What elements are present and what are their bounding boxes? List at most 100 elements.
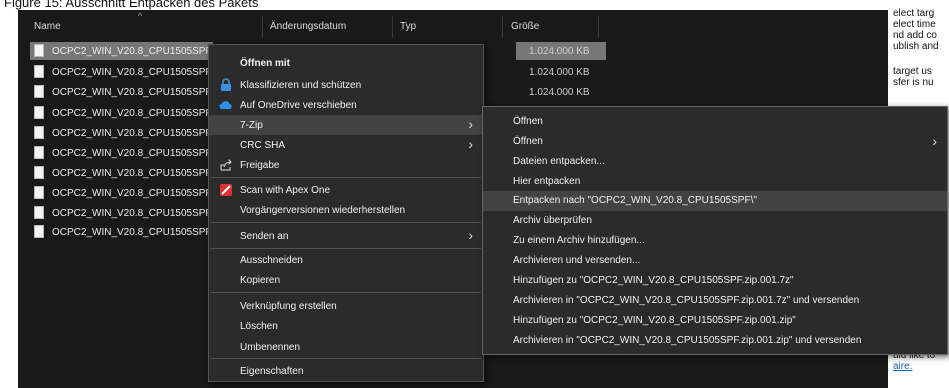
file-icon	[34, 166, 44, 179]
column-type[interactable]: Typ	[400, 21, 416, 32]
menu-separator	[211, 248, 481, 249]
menu-item-onedrive[interactable]: Auf OneDrive verschieben	[209, 95, 483, 115]
side-line: target us	[893, 66, 932, 77]
menu-item-apex-scan[interactable]: Scan with Apex One	[209, 180, 483, 200]
submenu-item-extract-here[interactable]: Hier entpacken	[483, 172, 947, 192]
menu-item-open-with[interactable]: Öffnen mit	[209, 53, 483, 73]
file-icon	[34, 126, 44, 139]
submenu-item-extract-to-folder[interactable]: Entpacken nach "OCPC2_WIN_V20.8_CPU1505S…	[483, 191, 947, 211]
menu-item-cut[interactable]: Ausschneiden	[209, 250, 483, 270]
submenu-item-archive-and-email[interactable]: Archivieren und versenden...	[483, 251, 947, 271]
file-name: OCPC2_WIN_V20.8_CPU1505SPF.	[52, 87, 214, 98]
sort-ascending-icon: ^	[138, 11, 143, 21]
column-size[interactable]: Größe	[511, 21, 539, 32]
file-icon	[34, 106, 44, 119]
menu-item-label: Auf OneDrive verschieben	[240, 100, 357, 111]
file-icon	[34, 44, 44, 57]
menu-item-label: Freigabe	[240, 160, 280, 171]
menu-item-copy[interactable]: Kopieren	[209, 270, 483, 290]
submenu-item-add-to-7z[interactable]: Hinzufügen zu "OCPC2_WIN_V20.8_CPU1505SP…	[483, 271, 947, 291]
side-line: elect targ	[893, 8, 935, 19]
menu-item-label: Öffnen mit	[240, 58, 290, 69]
apex-one-icon	[219, 183, 233, 197]
context-menu: Öffnen mit Klassifizieren und schützen A…	[208, 44, 484, 382]
file-icon	[34, 65, 44, 78]
submenu-item-label: Archivieren in "OCPC2_WIN_V20.8_CPU1505S…	[513, 295, 860, 306]
chevron-right-icon: ›	[468, 227, 473, 243]
submenu-item-add-to-archive[interactable]: Zu einem Archiv hinzufügen...	[483, 231, 947, 251]
file-name: OCPC2_WIN_V20.8_CPU1505SPF.	[52, 168, 214, 179]
menu-item-crc-sha[interactable]: CRC SHA ›	[209, 135, 483, 155]
submenu-item-extract-files[interactable]: Dateien entpacken...	[483, 152, 947, 172]
column-name[interactable]: Name	[34, 21, 61, 32]
column-divider[interactable]	[262, 16, 263, 38]
file-size: 1.024.000 KB	[529, 67, 590, 78]
share-icon	[219, 158, 233, 172]
menu-item-share[interactable]: Freigabe	[209, 155, 483, 175]
menu-separator	[211, 177, 481, 178]
submenu-item-label: Hinzufügen zu "OCPC2_WIN_V20.8_CPU1505SP…	[513, 275, 794, 286]
menu-separator	[211, 292, 481, 293]
menu-item-label: Vorgängerversionen wiederherstellen	[240, 205, 406, 216]
menu-item-send-to[interactable]: Senden an ›	[209, 226, 483, 246]
submenu-item-label: Zu einem Archiv hinzufügen...	[513, 235, 645, 246]
file-name: OCPC2_WIN_V20.8_CPU1505SPF.	[52, 148, 214, 159]
submenu-item-label: Hinzufügen zu "OCPC2_WIN_V20.8_CPU1505SP…	[513, 315, 796, 326]
side-link[interactable]: aire.	[893, 361, 949, 372]
submenu-item-label: Öffnen	[513, 136, 543, 147]
file-name: OCPC2_WIN_V20.8_CPU1505SPF.	[52, 128, 214, 139]
file-name: OCPC2_WIN_V20.8_CPU1505SPF.	[52, 188, 214, 199]
column-header: ^ Name Änderungsdatum Typ Größe	[18, 10, 888, 42]
side-line: elect time	[893, 19, 936, 30]
file-name: OCPC2_WIN_V20.8_CPU1505SPF.	[52, 67, 214, 78]
column-divider[interactable]	[392, 16, 393, 38]
menu-item-label: Scan with Apex One	[240, 185, 331, 196]
menu-item-create-shortcut[interactable]: Verknüpfung erstellen	[209, 296, 483, 316]
file-size: 1.024.000 KB	[529, 46, 590, 57]
menu-item-label: Ausschneiden	[240, 255, 303, 266]
menu-item-properties[interactable]: Eigenschaften	[209, 361, 483, 381]
column-divider[interactable]	[502, 16, 503, 38]
chevron-right-icon: ›	[468, 116, 473, 132]
file-name: OCPC2_WIN_V20.8_CPU1505SPF.	[52, 108, 214, 119]
column-divider[interactable]	[598, 16, 599, 38]
column-date[interactable]: Änderungsdatum	[270, 21, 346, 32]
side-line: sfer is nu	[893, 77, 934, 88]
menu-item-label: CRC SHA	[240, 140, 286, 151]
file-icon	[34, 206, 44, 219]
menu-separator	[211, 358, 481, 359]
submenu-item-label: Archivieren und versenden...	[513, 255, 641, 266]
submenu-item-archive-zip-email[interactable]: Archivieren in "OCPC2_WIN_V20.8_CPU1505S…	[483, 331, 947, 351]
menu-item-label: Senden an	[240, 231, 289, 242]
submenu-item-open[interactable]: Öffnen	[483, 112, 947, 132]
submenu-item-test-archive[interactable]: Archiv überprüfen	[483, 211, 947, 231]
menu-item-label: Umbenennen	[240, 342, 301, 353]
menu-item-label: Verknüpfung erstellen	[240, 301, 337, 312]
submenu-item-add-to-zip[interactable]: Hinzufügen zu "OCPC2_WIN_V20.8_CPU1505SP…	[483, 311, 947, 331]
chevron-right-icon: ›	[468, 136, 473, 152]
submenu-item-label: Archivieren in "OCPC2_WIN_V20.8_CPU1505S…	[513, 335, 862, 346]
menu-item-7zip[interactable]: 7-Zip ›	[209, 115, 483, 135]
file-name: OCPC2_WIN_V20.8_CPU1505SPF.	[52, 46, 214, 57]
submenu-item-label: Entpacken nach "OCPC2_WIN_V20.8_CPU1505S…	[513, 195, 757, 206]
chevron-right-icon: ›	[932, 133, 937, 149]
menu-item-label: Kopieren	[240, 275, 281, 286]
menu-item-restore-versions[interactable]: Vorgängerversionen wiederherstellen	[209, 200, 483, 220]
submenu-item-label: Hier entpacken	[513, 176, 581, 187]
side-line: nd add co	[893, 30, 937, 41]
submenu-item-archive-7z-email[interactable]: Archivieren in "OCPC2_WIN_V20.8_CPU1505S…	[483, 291, 947, 311]
menu-item-rename[interactable]: Umbenennen	[209, 337, 483, 357]
submenu-item-label: Dateien entpacken...	[513, 156, 605, 167]
7zip-submenu: Öffnen Öffnen › Dateien entpacken... Hie…	[482, 106, 948, 355]
menu-item-label: Klassifizieren und schützen	[240, 80, 362, 91]
menu-item-label: Eigenschaften	[240, 366, 304, 377]
menu-separator	[211, 222, 481, 223]
menu-item-classify[interactable]: Klassifizieren und schützen	[209, 75, 483, 95]
lock-icon	[219, 78, 233, 92]
file-icon	[34, 225, 44, 238]
side-line: ublish and	[893, 41, 939, 52]
file-name: OCPC2_WIN_V20.8_CPU1505SPF.	[52, 227, 214, 238]
submenu-item-open-sub[interactable]: Öffnen ›	[483, 132, 947, 152]
menu-item-delete[interactable]: Löschen	[209, 316, 483, 336]
file-icon	[34, 85, 44, 98]
